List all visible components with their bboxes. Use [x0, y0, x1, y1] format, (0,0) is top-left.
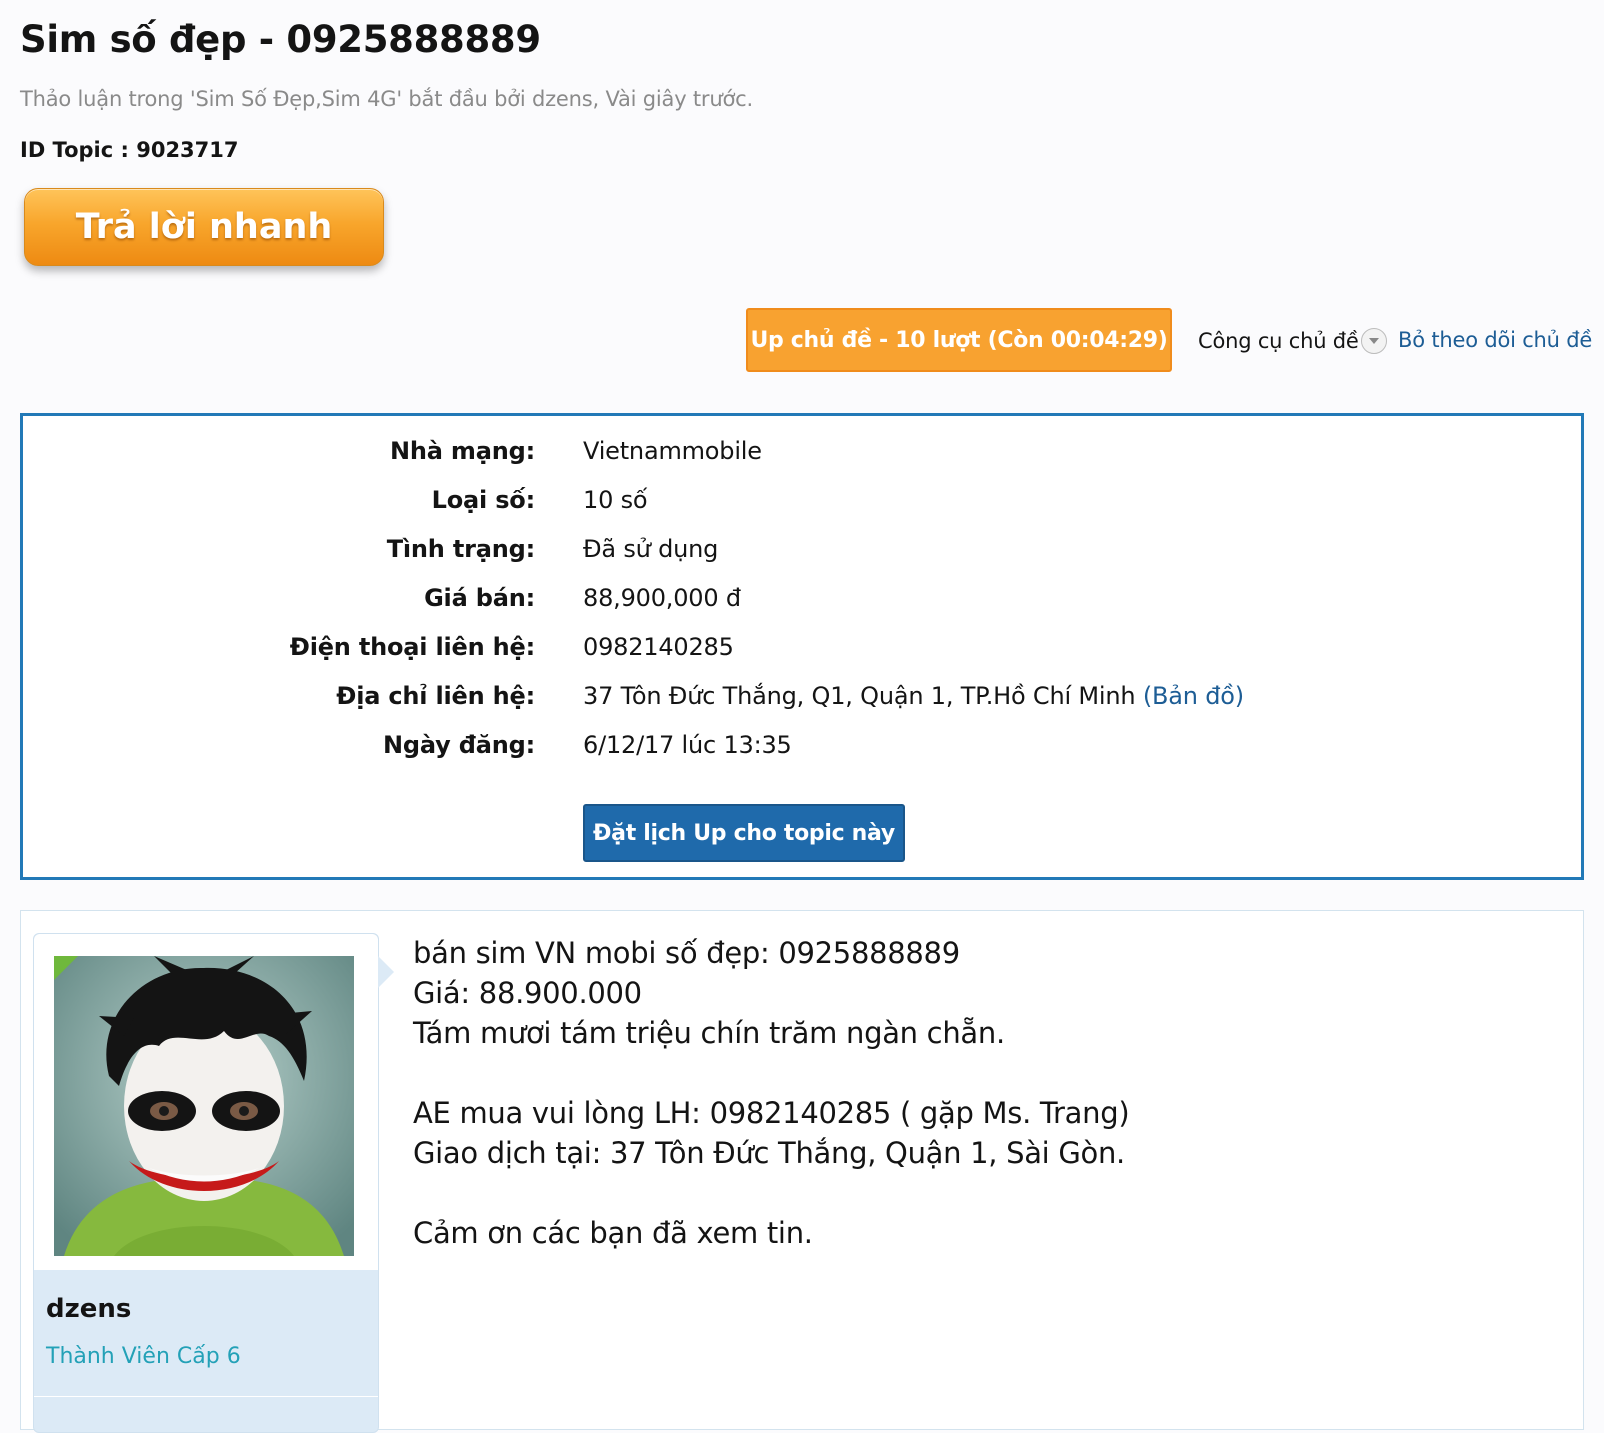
price-label: Giá bán: [424, 584, 535, 612]
topic-tools-label: Công cụ chủ đề [1198, 329, 1359, 353]
sim-info-box: Nhà mạng: Vietnammobile Loại số: 10 số T… [20, 413, 1584, 880]
avatar-frame [34, 934, 378, 1270]
user-card-arrow [378, 956, 394, 988]
post-line: AE mua vui lòng LH: 0982140285 ( gặp Ms.… [413, 1096, 1130, 1130]
post-line-blank [413, 1173, 1129, 1213]
post-line: Giá: 88.900.000 [413, 976, 642, 1010]
info-row-price: Giá bán: 88,900,000 đ [23, 581, 1581, 615]
avatar[interactable] [54, 956, 354, 1256]
address-value: 37 Tôn Đức Thắng, Q1, Quận 1, TP.Hồ Chí … [583, 682, 1136, 710]
type-label: Loại số: [431, 486, 536, 514]
page-title: Sim số đẹp - 0925888889 [20, 18, 541, 61]
phone-link[interactable]: 0982140285 [583, 633, 734, 661]
post-container: dzens Thành Viên Cấp 6 bán sim VN mobi s… [20, 910, 1584, 1433]
info-row-date: Ngày đăng: 6/12/17 lúc 13:35 [23, 728, 1581, 762]
post-username[interactable]: dzens [46, 1294, 131, 1324]
topic-id: ID Topic : 9023717 [20, 138, 239, 162]
map-link[interactable]: (Bản đồ) [1143, 682, 1244, 710]
user-card-divider [34, 1396, 378, 1397]
quick-reply-button[interactable]: Trả lời nhanh [24, 188, 384, 266]
status-label: Tình trạng: [386, 535, 535, 563]
info-row-status: Tình trạng: Đã sử dụng [23, 532, 1581, 566]
info-row-type: Loại số: 10 số [23, 483, 1581, 517]
post-line: Tám mươi tám triệu chín trăm ngàn chẵn. [413, 1016, 1005, 1050]
post-line: bán sim VN mobi số đẹp: 0925888889 [413, 936, 960, 970]
unfollow-topic-link[interactable]: Bỏ theo dõi chủ đề [1398, 328, 1592, 352]
post-message: bán sim VN mobi số đẹp: 0925888889 Giá: … [413, 933, 1130, 1253]
post-line: Cảm ơn các bạn đã xem tin. [413, 1216, 813, 1250]
topic-tools-menu[interactable]: Công cụ chủ đề [1198, 328, 1387, 354]
status-value: Đã sử dụng [583, 535, 719, 563]
address-value-wrap: 37 Tôn Đức Thắng, Q1, Quận 1, TP.Hồ Chí … [583, 682, 1244, 710]
address-label: Địa chỉ liên hệ: [336, 682, 535, 710]
price-value: 88,900,000 đ [583, 584, 741, 612]
date-label: Ngày đăng: [383, 731, 535, 759]
info-row-address: Địa chỉ liên hệ: 37 Tôn Đức Thắng, Q1, Q… [23, 679, 1581, 713]
network-label: Nhà mạng: [390, 437, 535, 465]
thread-meta: Thảo luận trong 'Sim Số Đẹp,Sim 4G' bắt … [20, 87, 753, 111]
network-value: Vietnammobile [583, 437, 762, 465]
type-value: 10 số [583, 486, 648, 514]
post-line: Giao dịch tại: 37 Tôn Đức Thắng, Quận 1,… [413, 1136, 1125, 1170]
chevron-down-icon[interactable] [1360, 328, 1387, 354]
online-indicator-icon [54, 956, 78, 980]
phone-label: Điện thoại liên hệ: [289, 633, 535, 661]
schedule-up-button[interactable]: Đặt lịch Up cho topic này [583, 804, 905, 862]
user-rank: Thành Viên Cấp 6 [46, 1344, 241, 1369]
user-card: dzens Thành Viên Cấp 6 [33, 933, 394, 1433]
post-line-blank [413, 1053, 1129, 1093]
info-row-phone: Điện thoại liên hệ: 0982140285 [23, 630, 1581, 664]
up-topic-button[interactable]: Up chủ đề - 10 lượt (Còn 00:04:29) [746, 308, 1172, 372]
date-value: 6/12/17 lúc 13:35 [583, 731, 792, 759]
info-row-network: Nhà mạng: Vietnammobile [23, 434, 1581, 468]
